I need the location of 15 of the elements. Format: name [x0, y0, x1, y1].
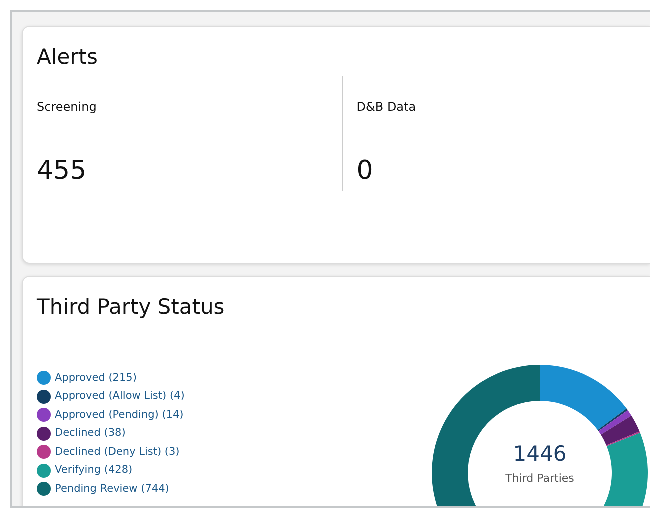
legend-label: Declined (38) [55, 426, 126, 442]
metric-value: 0 [356, 155, 374, 188]
legend-label: Approved (Pending) (14) [55, 408, 184, 423]
card-title: Third Party Status [37, 295, 226, 320]
legend-label: Approved (Allow List) (4) [55, 389, 185, 404]
legend-label: Pending Review (744) [55, 482, 170, 497]
legend-label: Verifying (428) [55, 463, 133, 478]
card-title: Alerts [37, 45, 99, 70]
total-label: Third Parties [506, 472, 574, 486]
metric-value: 455 [37, 155, 88, 188]
legend-label: Approved (215) [55, 370, 137, 386]
metric-label: D&B Data [356, 99, 418, 116]
metric-label: Screening [37, 99, 98, 116]
legend-label: Declined (Deny List) (3) [55, 444, 180, 460]
total-value: 1446 [513, 442, 567, 466]
